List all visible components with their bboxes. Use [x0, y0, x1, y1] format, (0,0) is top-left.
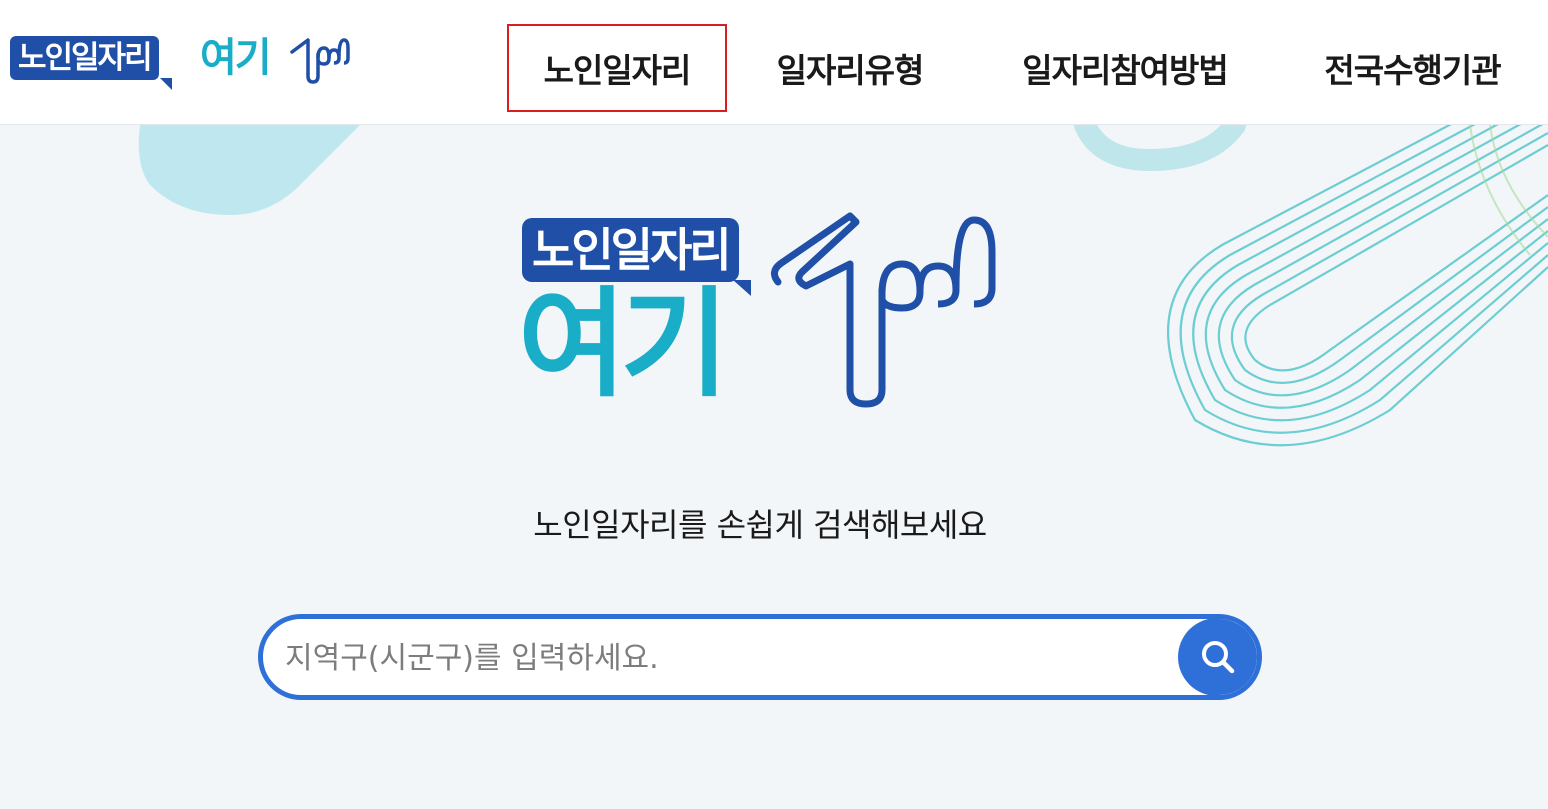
nav-item-agencies[interactable]: 전국수행기관	[1290, 24, 1535, 112]
hero-pointing-hand-icon	[771, 212, 996, 408]
search-icon	[1202, 641, 1235, 674]
logo-badge-text: 노인일자리	[10, 36, 159, 80]
site-logo[interactable]: 노인일자리 여기	[10, 30, 350, 94]
search-bar	[258, 614, 1262, 700]
nav-item-senior-jobs[interactable]: 노인일자리	[507, 24, 727, 112]
hero-tagline: 노인일자리를 손쉽게 검색해보세요	[533, 506, 987, 544]
search-button[interactable]	[1178, 619, 1257, 695]
header: 노인일자리 여기 노인일자리 일자리유형 일자리참여방법 전국수행기관	[0, 0, 1548, 125]
nav-item-job-types[interactable]: 일자리유형	[755, 24, 945, 112]
region-search-input[interactable]	[283, 619, 1177, 695]
logo-highlight-text: 여기	[200, 35, 272, 81]
hero-logo: 노인일자리 여기	[518, 212, 1008, 413]
nav-item-how-to-participate[interactable]: 일자리참여방법	[990, 24, 1260, 112]
hero-logo-highlight-text: 여기	[518, 275, 729, 413]
hero-logo-badge-text: 노인일자리	[522, 218, 739, 282]
pointing-hand-icon	[290, 38, 350, 84]
logo-badge-tail	[160, 78, 172, 90]
hero-logo-badge-tail	[733, 280, 751, 296]
